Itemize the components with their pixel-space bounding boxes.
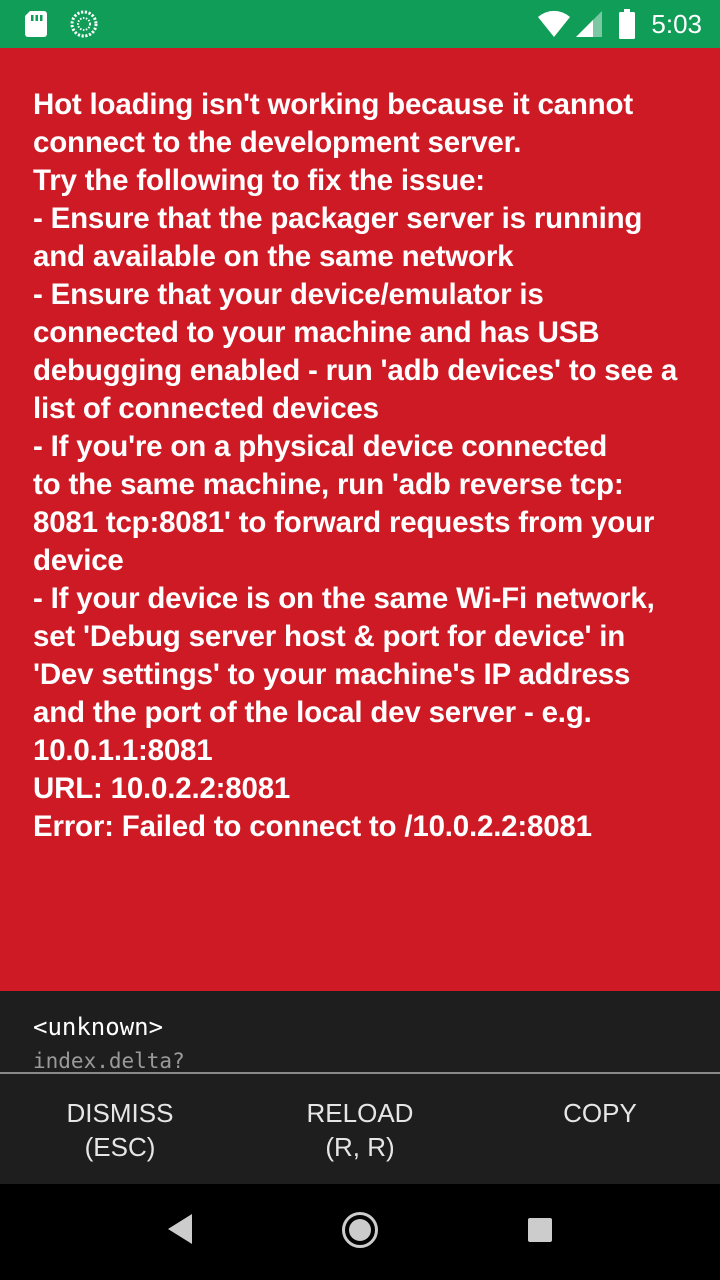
error-line: 10.0.1.1:8081 [33,734,213,767]
wifi-icon [538,10,571,37]
error-line: and available on the same network [33,240,514,273]
error-message: Hot loading isn't working because it can… [33,86,698,846]
error-line: - Ensure that the packager server is run… [33,202,643,235]
stack-frame-method[interactable]: <unknown> [33,1011,163,1043]
error-line: - If you're on a physical device connect… [33,430,608,463]
recent-apps-icon[interactable] [528,1218,552,1242]
error-line: set 'Debug server host & port for device… [33,620,626,653]
sd-card-icon [25,11,47,37]
reload-button[interactable]: RELOAD (R, R) [240,1074,480,1184]
home-icon[interactable] [341,1211,379,1249]
error-line: to the same machine, run 'adb reverse tc… [33,468,624,501]
copy-button[interactable]: COPY [480,1074,720,1184]
sync-spinner-icon [70,10,98,38]
error-line: - Ensure that your device/emulator is [33,278,544,311]
stack-frame-file[interactable]: index.delta? [33,1047,185,1073]
error-line: 'Dev settings' to your machine's IP addr… [33,658,631,691]
status-bar-notifications [24,10,98,38]
error-detail: Error: Failed to connect to /10.0.2.2:80… [33,810,592,843]
screen: 5:03 Hot loading isn't working because i… [0,0,720,1280]
error-line: - If your device is on the same Wi-Fi ne… [33,582,655,615]
status-bar: 5:03 [0,0,720,48]
error-line: connect to the development server. [33,126,522,159]
navigation-bar [0,1184,720,1280]
error-line: Try the following to fix the issue: [33,164,485,197]
error-panel: Hot loading isn't working because it can… [0,48,720,991]
stack-trace[interactable]: <unknown> index.delta? [0,991,720,1073]
dismiss-button[interactable]: DISMISS (ESC) [0,1074,240,1184]
status-bar-system: 5:03 [537,8,702,40]
error-line: connected to your machine and has USB [33,316,600,349]
redbox-button-row: DISMISS (ESC) RELOAD (R, R) COPY [0,1074,720,1184]
copy-button-label: COPY [563,1098,637,1128]
dismiss-button-shortcut: (ESC) [84,1132,156,1162]
cell-signal-icon [576,11,603,37]
error-line: 8081 tcp:8081' to forward requests from … [33,506,655,539]
back-icon[interactable] [166,1212,194,1246]
error-line: list of connected devices [33,392,379,425]
reload-button-label: RELOAD [306,1098,414,1128]
status-bar-time: 5:03 [651,9,702,39]
error-line: debugging enabled - run 'adb devices' to… [33,354,678,387]
battery-icon [619,9,636,39]
dismiss-button-label: DISMISS [66,1098,174,1128]
error-line: device [33,544,124,577]
error-line: and the port of the local dev server - e… [33,696,592,729]
error-line: Hot loading isn't working because it can… [33,88,633,121]
reload-button-shortcut: (R, R) [325,1132,395,1162]
error-url: URL: 10.0.2.2:8081 [33,772,291,805]
